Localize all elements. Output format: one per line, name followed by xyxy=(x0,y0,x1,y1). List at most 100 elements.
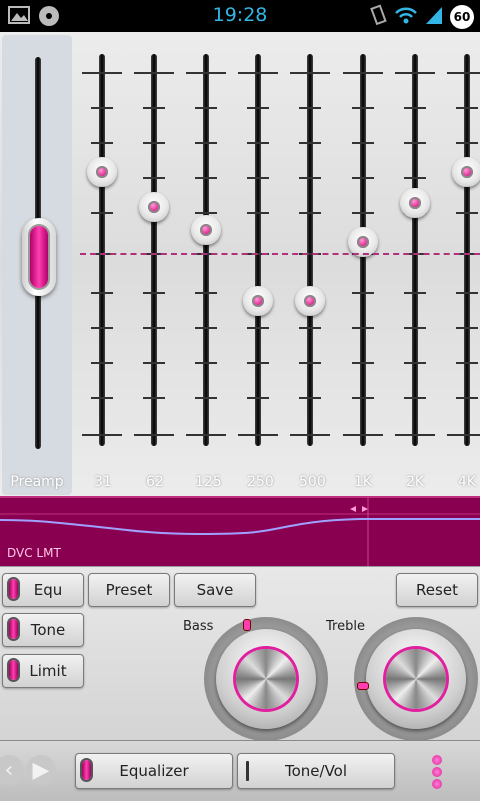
tone-vol-tab[interactable]: Tone/Vol xyxy=(237,753,395,789)
tone-indicator xyxy=(9,619,18,639)
save-button-label: Save xyxy=(196,581,234,599)
treble-dial-knob xyxy=(366,629,466,729)
preamp-slider-handle[interactable] xyxy=(22,218,56,296)
band-tick xyxy=(404,292,426,294)
band-tick xyxy=(404,397,426,399)
band-slider-handle[interactable] xyxy=(452,156,480,187)
band-tick xyxy=(343,72,383,74)
controls-panel: Equ Preset Save Reset Tone Limit Bass Tr… xyxy=(0,566,480,741)
band-tick xyxy=(247,397,269,399)
band-tick xyxy=(299,212,321,214)
bass-dial[interactable] xyxy=(204,617,328,741)
band-tick xyxy=(352,107,374,109)
band-tick xyxy=(195,177,217,179)
band-tick xyxy=(290,434,330,436)
band-slider-handle[interactable] xyxy=(139,191,169,222)
bottom-bar: ‹ ▶ Equalizer Tone/Vol xyxy=(0,740,480,801)
band-slider-handle[interactable] xyxy=(400,187,430,218)
next-arrow-icon[interactable]: ▶ xyxy=(26,755,56,785)
treble-marker xyxy=(357,682,369,690)
equalizer-tab[interactable]: Equalizer xyxy=(75,753,233,789)
band-label-2k: 2K xyxy=(406,474,425,490)
band-tick xyxy=(404,177,426,179)
band-tick xyxy=(404,362,426,364)
band-tick xyxy=(195,362,217,364)
treble-label: Treble xyxy=(326,619,365,634)
reset-button-label: Reset xyxy=(416,581,458,599)
band-tick xyxy=(186,72,226,74)
band-tick xyxy=(143,292,165,294)
equ-button-label: Equ xyxy=(33,581,63,599)
band-tick xyxy=(352,142,374,144)
limit-button[interactable]: Limit xyxy=(2,654,84,688)
band-tick xyxy=(195,292,217,294)
limit-indicator xyxy=(9,660,18,680)
band-tick xyxy=(299,362,321,364)
band-tick xyxy=(143,397,165,399)
band-tick xyxy=(238,72,278,74)
wifi-icon xyxy=(394,5,418,29)
reset-button[interactable]: Reset xyxy=(396,573,478,607)
band-track xyxy=(99,54,105,446)
band-tick xyxy=(456,397,478,399)
graph-label: DVC LMT xyxy=(7,546,61,560)
band-tick xyxy=(91,362,113,364)
band-tick xyxy=(143,142,165,144)
save-button[interactable]: Save xyxy=(174,573,256,607)
preset-button[interactable]: Preset xyxy=(88,573,170,607)
band-tick xyxy=(352,292,374,294)
band-label-500: 500 xyxy=(299,474,326,490)
band-slider-handle[interactable] xyxy=(295,285,325,316)
overflow-menu-icon[interactable] xyxy=(432,755,444,789)
limit-button-label: Limit xyxy=(29,662,67,680)
band-label-4k: 4K xyxy=(458,474,477,490)
tone-button[interactable]: Tone xyxy=(2,613,84,647)
band-slider-handle[interactable] xyxy=(87,156,117,187)
band-track xyxy=(151,54,157,446)
band-tick xyxy=(404,327,426,329)
band-tick xyxy=(299,177,321,179)
band-tick xyxy=(186,434,226,436)
band-tick xyxy=(456,142,478,144)
tone-vol-tab-indicator xyxy=(246,761,249,781)
band-tick xyxy=(352,397,374,399)
band-tick xyxy=(352,327,374,329)
prev-arrow-icon[interactable]: ‹ xyxy=(0,755,24,785)
band-tick xyxy=(395,434,435,436)
band-label-250: 250 xyxy=(247,474,274,490)
band-tick xyxy=(91,292,113,294)
band-tick xyxy=(91,212,113,214)
band-tick xyxy=(82,434,122,436)
band-tick xyxy=(134,72,174,74)
preset-button-label: Preset xyxy=(105,581,153,599)
band-tick xyxy=(299,107,321,109)
band-track xyxy=(464,54,470,446)
band-tick xyxy=(247,212,269,214)
bass-dial-knob xyxy=(216,629,316,729)
band-tick xyxy=(143,107,165,109)
band-track xyxy=(307,54,313,446)
band-tick xyxy=(143,327,165,329)
band-tick xyxy=(456,292,478,294)
band-tick xyxy=(247,177,269,179)
band-tick xyxy=(299,397,321,399)
band-slider-handle[interactable] xyxy=(243,285,273,316)
preamp-label: Preamp xyxy=(10,474,64,490)
band-tick xyxy=(299,327,321,329)
band-tick xyxy=(143,177,165,179)
band-slider-handle[interactable] xyxy=(191,215,221,246)
band-track xyxy=(412,54,418,446)
band-tick xyxy=(195,397,217,399)
band-tick xyxy=(290,72,330,74)
band-tick xyxy=(404,142,426,144)
bass-label: Bass xyxy=(183,619,214,634)
band-tick xyxy=(82,72,122,74)
band-tick xyxy=(143,362,165,364)
treble-dial[interactable] xyxy=(354,617,478,741)
band-tick xyxy=(195,142,217,144)
band-tick xyxy=(395,72,435,74)
equ-button[interactable]: Equ xyxy=(2,573,84,607)
band-tick xyxy=(247,142,269,144)
signal-icon xyxy=(424,5,444,29)
band-tick xyxy=(91,397,113,399)
